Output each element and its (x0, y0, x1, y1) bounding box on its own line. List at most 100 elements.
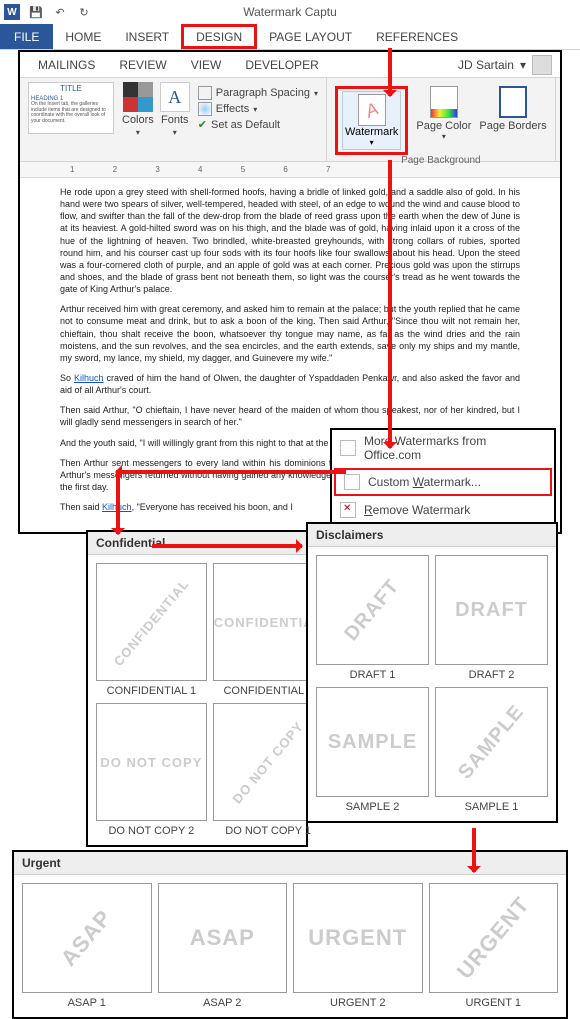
group-label-page-background: Page Background (335, 155, 547, 168)
menu-custom-watermark[interactable]: Custom Watermark... (334, 468, 552, 496)
check-icon: ✔ (198, 118, 207, 131)
watermark-text: ASAP (56, 905, 118, 972)
colors-icon (123, 82, 153, 112)
watermark-thumbnail[interactable]: URGENT URGENT 1 (429, 883, 559, 1009)
watermark-text: CONFIDENTIAL (111, 576, 192, 669)
watermark-thumbnail[interactable]: ASAP ASAP 2 (158, 883, 288, 1009)
user-name: JD Sartain (458, 58, 514, 72)
thumbnail-label: DRAFT 2 (469, 669, 515, 681)
group-page-background: A Watermark▾ Page Color▾ Page Borders Pa… (327, 78, 556, 161)
watermark-text: DO NOT COPY (230, 718, 307, 806)
doc-paragraph: He rode upon a grey steed with shell-for… (60, 186, 520, 295)
watermark-text: URGENT (308, 925, 407, 951)
thumbnail-page: SAMPLE (435, 687, 548, 797)
thumbnail-page: URGENT (429, 883, 559, 993)
thumbnail-page: DRAFT (435, 555, 548, 665)
gallery-header: Disclaimers (308, 524, 556, 547)
watermark-icon: A (358, 94, 386, 126)
tab-file[interactable]: FILE (0, 24, 53, 49)
chevron-down-icon[interactable]: ▾ (520, 58, 526, 72)
menu-more-watermarks[interactable]: More Watermarks from Office.com (332, 430, 554, 466)
window-title: Watermark Captu (243, 5, 337, 19)
avatar[interactable] (532, 55, 552, 75)
thumbnail-label: CONFIDENTIAL 2 (223, 685, 312, 697)
watermark-text: ASAP (190, 925, 255, 951)
tab-page-layout[interactable]: PAGE LAYOUT (257, 24, 364, 49)
watermark-small-icon (344, 474, 360, 490)
tab-home[interactable]: HOME (53, 24, 113, 49)
paragraph-spacing-icon (198, 86, 212, 100)
effects-button[interactable]: Effects ▾ (198, 102, 318, 116)
word-icon: W (4, 4, 20, 20)
thumbnail-label: SAMPLE 1 (465, 801, 519, 813)
undo-icon[interactable]: ↶ (52, 4, 68, 20)
tab-design[interactable]: DESIGN (181, 24, 257, 49)
tab-mailings[interactable]: MAILINGS (26, 58, 107, 72)
ribbon-tabs: FILE HOME INSERT DESIGN PAGE LAYOUT REFE… (0, 24, 580, 50)
gallery-disclaimers: Disclaimers DRAFT DRAFT 1 DRAFT DRAFT 2 SAMP… (306, 522, 558, 823)
fonts-button[interactable]: A Fonts▾ (160, 82, 190, 137)
watermark-text: SAMPLE (454, 700, 529, 783)
thumbnail-label: ASAP 1 (68, 997, 106, 1009)
watermark-thumbnail[interactable]: CONFIDENTIAL CONFIDENTIAL 1 (96, 563, 207, 697)
thumbnail-page: ASAP (22, 883, 152, 993)
thumbnail-label: SAMPLE 2 (346, 801, 400, 813)
doc-paragraph: Then said Arthur, "O chieftain, I have n… (60, 404, 520, 428)
gallery-header: Confidential (88, 532, 306, 555)
watermark-thumbnail[interactable]: ASAP ASAP 1 (22, 883, 152, 1009)
thumbnail-page: URGENT (293, 883, 423, 993)
watermark-thumbnail[interactable]: DO NOT COPY DO NOT COPY 2 (96, 703, 207, 837)
doc-paragraph: So Kilhuch craved of him the hand of Olw… (60, 372, 520, 396)
thumbnail-label: URGENT 1 (466, 997, 521, 1009)
watermark-text: DRAFT (340, 575, 404, 646)
doc-paragraph: Arthur received him with great ceremony,… (60, 303, 520, 364)
set-default-button[interactable]: ✔ Set as Default (198, 118, 318, 131)
watermark-text: DO NOT COPY (100, 755, 202, 770)
watermark-thumbnail[interactable]: SAMPLE SAMPLE 1 (435, 687, 548, 813)
paragraph-spacing-button[interactable]: Paragraph Spacing ▾ (198, 86, 318, 100)
thumbnail-page: CONFIDENTIAL (96, 563, 207, 681)
gallery-confidential: Confidential CONFIDENTIAL CONFIDENTIAL 1C… (86, 530, 308, 847)
page-color-button[interactable]: Page Color▾ (416, 86, 471, 155)
thumbnail-label: DO NOT COPY 2 (108, 825, 194, 837)
thumbnail-label: URGENT 2 (330, 997, 385, 1009)
thumbnail-page: DRAFT (316, 555, 429, 665)
thumbnail-page: SAMPLE (316, 687, 429, 797)
fonts-icon: A (160, 82, 190, 112)
thumbnail-label: ASAP 2 (203, 997, 241, 1009)
ribbon: TITLE HEADING 1 On the Insert tab, the g… (20, 78, 560, 162)
redo-icon[interactable]: ↻ (76, 4, 92, 20)
page-borders-button[interactable]: Page Borders (479, 86, 546, 155)
watermark-text: DRAFT (455, 599, 528, 622)
watermark-thumbnail[interactable]: SAMPLE SAMPLE 2 (316, 687, 429, 813)
remove-icon (340, 502, 356, 518)
style-set-thumbnail[interactable]: TITLE HEADING 1 On the Insert tab, the g… (28, 82, 114, 134)
watermark-button-highlight: A Watermark▾ (335, 86, 408, 155)
group-document-formatting: TITLE HEADING 1 On the Insert tab, the g… (20, 78, 327, 161)
watermark-text: URGENT (452, 892, 535, 984)
ribbon-tabs-2: MAILINGS REVIEW VIEW DEVELOPER JD Sartai… (20, 52, 560, 78)
watermark-button[interactable]: A Watermark▾ (342, 91, 401, 150)
thumbnail-label: DRAFT 1 (350, 669, 396, 681)
watermark-thumbnail[interactable]: DRAFT DRAFT 1 (316, 555, 429, 681)
menu-remove-watermark[interactable]: Remove Watermark (332, 498, 554, 522)
tab-view[interactable]: VIEW (179, 58, 234, 72)
watermark-thumbnail[interactable]: DRAFT DRAFT 2 (435, 555, 548, 681)
tab-references[interactable]: REFERENCES (364, 24, 470, 49)
save-icon[interactable]: 💾 (28, 4, 44, 20)
gallery-urgent: Urgent ASAPASAP 1ASAPASAP 2URGENTURGENT … (12, 850, 568, 1019)
tab-insert[interactable]: INSERT (113, 24, 181, 49)
tab-developer[interactable]: DEVELOPER (233, 58, 330, 72)
page-color-icon (430, 86, 458, 118)
colors-button[interactable]: Colors▾ (122, 82, 154, 137)
thumbnail-page: ASAP (158, 883, 288, 993)
page-borders-icon (499, 86, 527, 118)
thumbnail-label: DO NOT COPY 1 (225, 825, 311, 837)
thumbnail-label: CONFIDENTIAL 1 (107, 685, 196, 697)
watermark-thumbnail[interactable]: URGENT URGENT 2 (293, 883, 423, 1009)
tab-review[interactable]: REVIEW (107, 58, 178, 72)
gallery-header: Urgent (14, 852, 566, 875)
thumbnail-page: DO NOT COPY (96, 703, 207, 821)
title-bar: W 💾 ↶ ↻ Watermark Captu (0, 0, 580, 24)
effects-icon (198, 102, 212, 116)
